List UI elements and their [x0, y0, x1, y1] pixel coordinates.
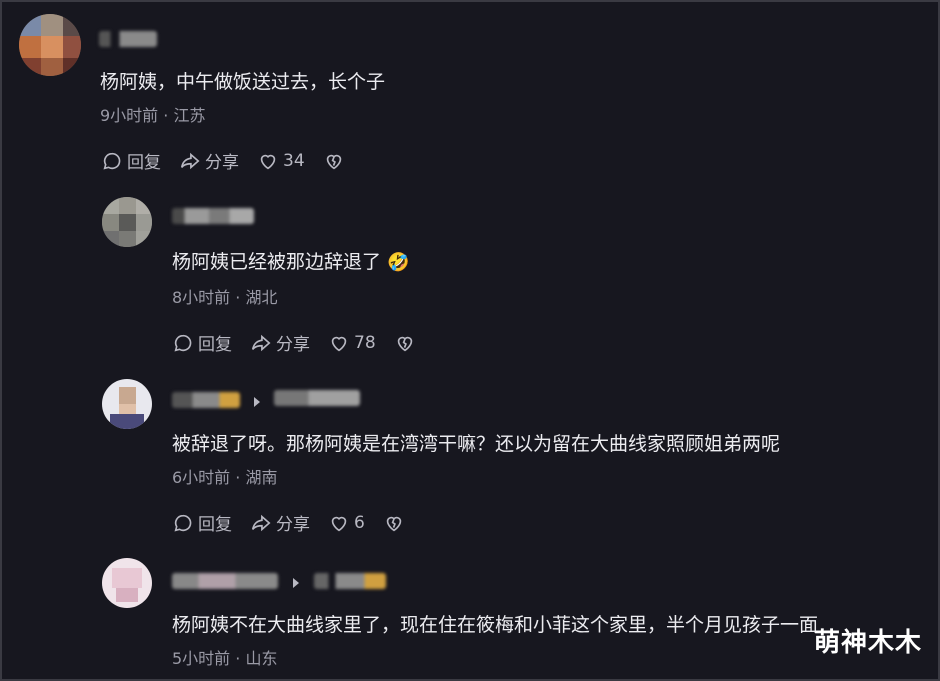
broken-heart-icon	[386, 516, 402, 531]
comment-text: 杨阿姨已经被那边辞退了 🤣	[172, 247, 409, 274]
reply-label: 回复	[198, 335, 232, 355]
meta-separator: ·	[163, 106, 169, 125]
meta-separator: ·	[235, 288, 241, 307]
comment-text: 杨阿姨，中午做饭送过去，长个子	[100, 71, 386, 93]
share-button[interactable]: 分享	[250, 510, 310, 535]
share-label: 分享	[276, 515, 310, 535]
like-button[interactable]: 78	[328, 332, 376, 354]
comment-time: 6小时前	[172, 468, 231, 487]
reply-arrow-icon	[293, 578, 299, 588]
share-icon	[180, 152, 200, 169]
share-label: 分享	[205, 153, 239, 173]
avatar[interactable]	[102, 197, 152, 247]
reply-label: 回复	[127, 153, 161, 173]
watermark: 萌神木木	[813, 628, 922, 658]
comment-text-body: 杨阿姨已经被那边辞退了	[172, 251, 382, 273]
comment-time: 5小时前	[172, 649, 231, 668]
reply-icon	[174, 514, 192, 531]
reply-item: 杨阿姨不在大曲线家里了，现在住在筱梅和小菲这个家里，半个月见孩子一面 5小时前 …	[2, 544, 938, 679]
like-count: 34	[283, 150, 305, 171]
reply-label: 回复	[198, 515, 232, 535]
like-count: 6	[354, 512, 365, 533]
comment-time: 9小时前	[100, 106, 159, 125]
heart-icon	[260, 154, 276, 169]
share-button[interactable]: 分享	[250, 330, 310, 355]
comment-actions: 回复 分享 34	[101, 148, 345, 173]
username-blurred[interactable]	[172, 392, 240, 408]
comment-location: 山东	[245, 649, 278, 668]
share-label: 分享	[276, 335, 310, 355]
meta-separator: ·	[235, 649, 241, 668]
comment-location: 湖南	[245, 468, 278, 487]
share-icon	[251, 334, 271, 351]
username-blurred[interactable]	[172, 573, 278, 589]
avatar[interactable]	[102, 379, 152, 429]
reply-arrow-icon	[254, 397, 260, 407]
reply-item: 被辞退了呀。那杨阿姨是在湾湾干嘛？还以为留在大曲线家照顾姐弟两呢 6小时前 · …	[2, 364, 938, 544]
heart-icon	[331, 516, 347, 531]
reply-button[interactable]: 回复	[172, 510, 232, 535]
broken-heart-icon	[397, 336, 412, 351]
comment-location: 江苏	[173, 106, 206, 125]
comment-actions: 回复 分享 6	[172, 510, 405, 535]
like-count: 78	[354, 332, 376, 353]
like-button[interactable]: 34	[257, 150, 305, 172]
share-button[interactable]: 分享	[179, 148, 239, 173]
dislike-button[interactable]	[323, 150, 345, 172]
reply-icon	[174, 334, 192, 351]
avatar[interactable]	[102, 558, 152, 608]
comment-meta: 6小时前 · 湖南	[172, 464, 277, 488]
reply-target-blurred[interactable]	[274, 390, 360, 406]
dislike-button[interactable]	[394, 332, 416, 354]
comment-meta: 9小时前 · 江苏	[100, 102, 205, 126]
comment-meta: 5小时前 · 山东	[172, 645, 277, 669]
comment-meta: 8小时前 · 湖北	[172, 284, 277, 308]
comment-actions: 回复 分享 78	[172, 330, 416, 355]
laughing-emoji: 🤣	[387, 252, 410, 273]
reply-button[interactable]: 回复	[172, 330, 232, 355]
comment-item: 杨阿姨，中午做饭送过去，长个子 9小时前 · 江苏 回复 分享 34	[2, 2, 938, 182]
comment-location: 湖北	[245, 288, 278, 307]
reply-button[interactable]: 回复	[101, 148, 161, 173]
reply-target-blurred[interactable]	[314, 573, 386, 589]
avatar[interactable]	[19, 14, 81, 76]
username-blurred[interactable]	[172, 208, 254, 224]
share-icon	[251, 514, 271, 531]
comment-text: 杨阿姨不在大曲线家里了，现在住在筱梅和小菲这个家里，半个月见孩子一面	[172, 614, 819, 636]
username-blurred[interactable]	[99, 31, 157, 47]
meta-separator: ·	[235, 468, 241, 487]
reply-icon	[103, 152, 121, 169]
broken-heart-icon	[326, 154, 341, 169]
reply-item: 杨阿姨已经被那边辞退了 🤣 8小时前 · 湖北 回复 分享 78	[2, 182, 938, 362]
comment-text: 被辞退了呀。那杨阿姨是在湾湾干嘛？还以为留在大曲线家照顾姐弟两呢	[172, 433, 781, 455]
comment-panel: 杨阿姨，中午做饭送过去，长个子 9小时前 · 江苏 回复 分享 34 杨阿姨已经…	[0, 0, 940, 681]
like-button[interactable]: 6	[328, 512, 365, 534]
comment-time: 8小时前	[172, 288, 231, 307]
heart-icon	[331, 336, 347, 351]
dislike-button[interactable]	[383, 512, 405, 534]
